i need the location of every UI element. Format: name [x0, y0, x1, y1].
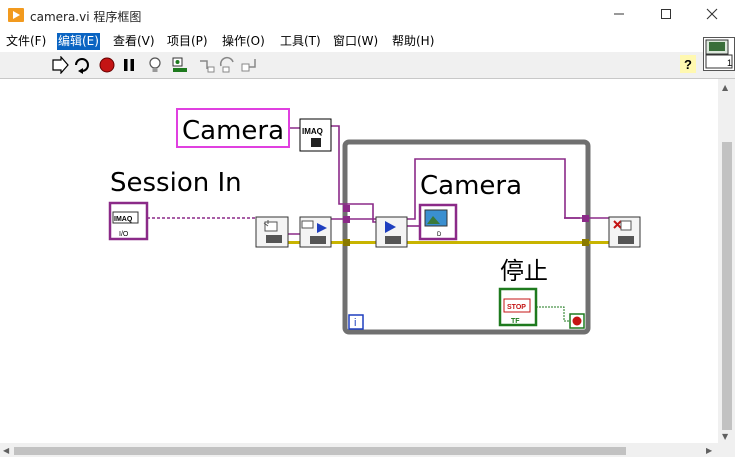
- svg-text:IMAQ: IMAQ: [114, 216, 133, 223]
- menu-help[interactable]: 帮助(H): [391, 33, 435, 50]
- loop-condition-terminal[interactable]: [569, 313, 585, 329]
- vi-icon-connector-pane[interactable]: 1: [703, 37, 735, 71]
- scroll-up-icon[interactable]: ▲: [722, 83, 728, 93]
- title-bar: camera.vi 程序框图: [0, 0, 735, 30]
- menu-file[interactable]: 文件(F): [5, 33, 47, 50]
- minimize-icon: [614, 13, 624, 15]
- step-over-icon[interactable]: [219, 56, 237, 74]
- minimize-button[interactable]: [596, 0, 642, 30]
- imaq-constant[interactable]: IMAQ: [299, 118, 332, 152]
- svg-text:STOP: STOP: [507, 304, 526, 311]
- loop-tunnel-session[interactable]: [343, 216, 350, 223]
- run-continuously-icon[interactable]: [73, 56, 91, 74]
- menu-view[interactable]: 查看(V): [112, 33, 156, 50]
- vertical-scroll-thumb[interactable]: [722, 142, 732, 430]
- run-arrow-icon[interactable]: [51, 56, 69, 74]
- maximize-button[interactable]: [643, 0, 689, 30]
- scroll-down-icon[interactable]: ▼: [722, 432, 728, 442]
- loop-tunnel-error-out[interactable]: [582, 239, 589, 246]
- step-into-icon[interactable]: [198, 56, 216, 74]
- retain-wire-values-icon[interactable]: [171, 56, 189, 74]
- svg-text:i: i: [354, 317, 356, 329]
- imaqdx-close-camera-vi[interactable]: [608, 216, 641, 248]
- horizontal-scroll-thumb[interactable]: [14, 447, 626, 455]
- svg-text:TF: TF: [511, 318, 520, 325]
- scroll-corner: [718, 443, 735, 457]
- close-button[interactable]: [689, 0, 735, 30]
- scroll-right-icon[interactable]: ▶: [706, 446, 712, 456]
- menu-tools[interactable]: 工具(T): [279, 33, 322, 50]
- camera-control-label: Camera: [182, 116, 284, 146]
- block-diagram: i Camera IMAQ Session In IMAQ I/O Camera…: [108, 108, 641, 335]
- svg-text:?: ?: [684, 57, 692, 72]
- imaqdx-configure-grab-vi[interactable]: [299, 216, 332, 248]
- window-title: camera.vi 程序框图: [30, 10, 142, 24]
- maximize-icon: [661, 9, 671, 19]
- loop-tunnel-image[interactable]: [343, 205, 350, 212]
- stop-button-terminal[interactable]: STOP TF: [498, 287, 538, 327]
- camera-indicator-label: Camera: [420, 171, 522, 201]
- context-help-icon[interactable]: ?: [680, 55, 696, 73]
- imaqdx-grab-vi[interactable]: [375, 216, 408, 248]
- session-in-label: Session In: [110, 168, 242, 198]
- menu-edit[interactable]: 编辑(E): [57, 33, 100, 50]
- loop-tunnel-error[interactable]: [343, 239, 350, 246]
- camera-image-display[interactable]: D: [418, 203, 458, 241]
- menu-bar: 文件(F) 编辑(E) 查看(V) 项目(P) 操作(O) 工具(T) 窗口(W…: [0, 30, 735, 51]
- pause-icon[interactable]: [120, 56, 138, 74]
- scroll-left-icon[interactable]: ◀: [3, 446, 9, 456]
- menu-project[interactable]: 项目(P): [166, 33, 209, 50]
- stop-label: 停止: [500, 257, 548, 285]
- toolbar: [0, 52, 735, 79]
- abort-icon[interactable]: [98, 56, 116, 74]
- labview-app-icon: [8, 8, 24, 22]
- step-out-icon[interactable]: [240, 56, 258, 74]
- stop-wire: [536, 306, 570, 322]
- close-icon: [706, 8, 718, 20]
- svg-text:IMAQ: IMAQ: [302, 127, 323, 136]
- error-wires: [288, 241, 612, 244]
- menu-operate[interactable]: 操作(O): [221, 33, 266, 50]
- svg-text:D: D: [437, 232, 442, 238]
- svg-text:I/O: I/O: [119, 231, 129, 238]
- menu-window[interactable]: 窗口(W): [332, 33, 379, 50]
- imaqdx-open-camera-vi[interactable]: [255, 216, 289, 248]
- vi-icon: 1: [705, 39, 733, 69]
- highlight-execution-icon[interactable]: [146, 56, 164, 74]
- session-in-terminal[interactable]: IMAQ I/O: [108, 201, 149, 241]
- loop-iteration-terminal: i: [348, 314, 364, 330]
- loop-tunnel-session-out[interactable]: [582, 215, 589, 222]
- connector-number: 1: [727, 58, 732, 68]
